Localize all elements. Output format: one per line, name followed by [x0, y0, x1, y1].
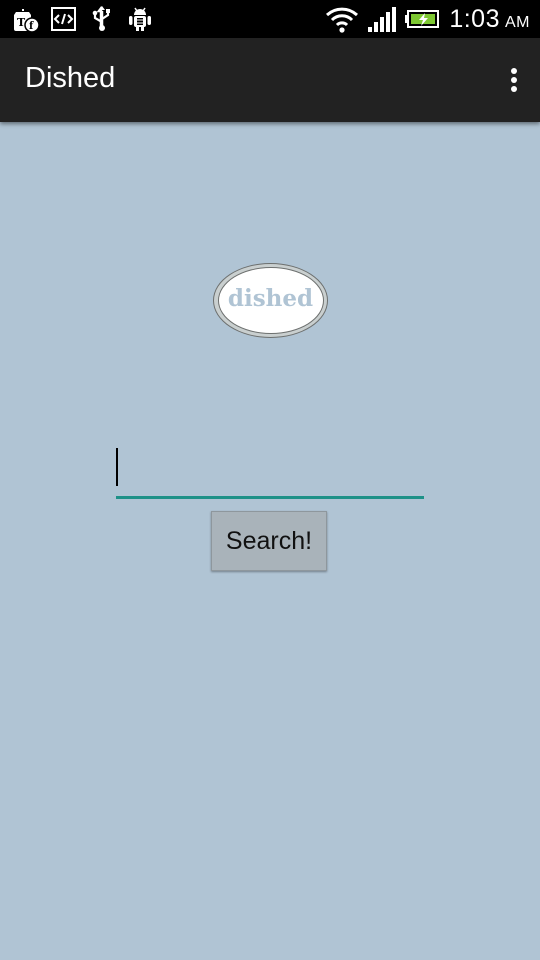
system-indicators: 1:03 AM: [325, 3, 530, 35]
app-title: Dished: [25, 62, 116, 94]
overflow-dot: [511, 77, 517, 83]
overflow-dot: [511, 68, 517, 74]
notification-icons: T f: [12, 5, 154, 33]
action-bar: Dished: [0, 38, 540, 122]
screen: T f 1:03 AM Dished dished Search!: [0, 0, 540, 960]
clock: 1:03 AM: [449, 5, 530, 34]
status-bar: T f 1:03 AM: [0, 0, 540, 38]
svg-text:f: f: [29, 21, 34, 32]
logo-text: dished: [227, 285, 314, 312]
search-input[interactable]: [116, 444, 424, 499]
text-cursor: [116, 448, 118, 486]
wifi-icon: [325, 5, 359, 33]
search-field: [116, 444, 424, 499]
overflow-menu-icon[interactable]: [502, 60, 526, 100]
dished-logo: dished: [213, 263, 328, 338]
android-debug-icon: [126, 5, 154, 33]
code-icon: [50, 5, 78, 33]
logo-plate: dished: [217, 267, 324, 334]
search-button[interactable]: Search!: [211, 511, 327, 571]
signal-icon: [367, 5, 397, 33]
battery-charging-icon: [405, 5, 441, 33]
clock-time: 1:03: [449, 4, 500, 33]
tf-notification-icon: T f: [12, 5, 40, 33]
overflow-dot: [511, 86, 517, 92]
usb-icon: [88, 5, 116, 33]
clock-ampm: AM: [505, 13, 530, 31]
